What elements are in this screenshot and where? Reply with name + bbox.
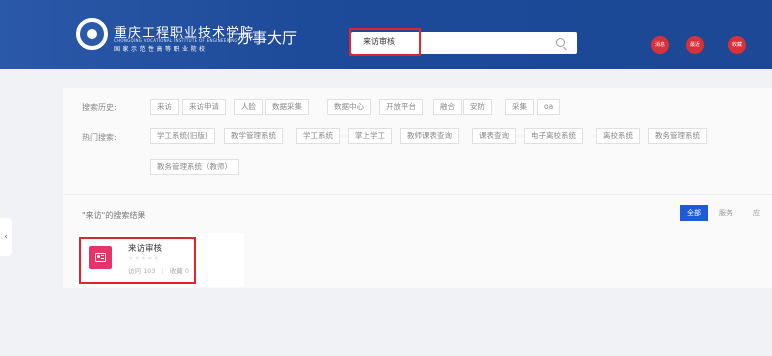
- favorites-button[interactable]: 收藏: [728, 36, 746, 54]
- hot-tag[interactable]: 学工系统(旧版): [150, 128, 215, 144]
- hot-tag[interactable]: 教务管理系统: [648, 128, 707, 144]
- school-seal-logo[interactable]: [76, 18, 108, 50]
- history-tag[interactable]: 采集: [505, 99, 534, 115]
- search-icon[interactable]: [556, 38, 565, 47]
- hot-tag[interactable]: 课表查询: [472, 128, 516, 144]
- hot-search-label: 热门搜索:: [82, 133, 117, 142]
- history-tag[interactable]: 数据采集: [265, 99, 309, 115]
- header-divider: [229, 29, 230, 43]
- history-tag[interactable]: 人脸: [234, 99, 263, 115]
- results-title: "来访"的搜索结果: [82, 211, 146, 220]
- school-name-en: CHONGQING VOCATIONAL INSTITUTE OF ENGINE…: [114, 38, 238, 43]
- hot-tag[interactable]: 教师课表查询: [400, 128, 459, 144]
- tab-all[interactable]: 全部: [680, 205, 708, 221]
- hot-tag[interactable]: 教学管理系统: [224, 128, 283, 144]
- history-tag[interactable]: 融合: [433, 99, 462, 115]
- top-header: 重庆工程职业技术学院 CHONGQING VOCATIONAL INSTITUT…: [0, 0, 772, 69]
- messages-button[interactable]: 消息: [651, 36, 669, 54]
- history-label: 搜索历史:: [82, 103, 117, 112]
- hot-tag[interactable]: 掌上学工: [348, 128, 392, 144]
- school-subtitle: 国家示范性高等职业院校: [114, 46, 208, 53]
- history-tag[interactable]: 来访申请: [182, 99, 226, 115]
- hot-tag[interactable]: 教务管理系统（教师）: [150, 159, 239, 175]
- hot-tag[interactable]: 学工系统: [296, 128, 340, 144]
- history-tag[interactable]: 安防: [463, 99, 492, 115]
- hot-tag[interactable]: 电子离校系统: [524, 128, 583, 144]
- search-suggestions-panel: 搜索历史: 来访 来访申请 人脸 数据采集 数据中心 开放平台 融合 安防 采集…: [63, 88, 772, 194]
- history-tag[interactable]: oa: [537, 99, 561, 115]
- collapse-sidebar-toggle[interactable]: ‹: [0, 218, 12, 256]
- search-highlight-box: [349, 28, 421, 56]
- result-highlight-box: [79, 237, 196, 284]
- history-tag[interactable]: 数据中心: [327, 99, 371, 115]
- hot-tag[interactable]: 离校系统: [596, 128, 640, 144]
- tab-services[interactable]: 服务: [719, 205, 733, 221]
- recent-button[interactable]: 最近: [686, 36, 704, 54]
- tab-apps[interactable]: 应: [753, 205, 760, 221]
- history-tag[interactable]: 来访: [150, 99, 179, 115]
- history-tag[interactable]: 开放平台: [379, 99, 423, 115]
- page-title: 办事大厅: [237, 29, 298, 47]
